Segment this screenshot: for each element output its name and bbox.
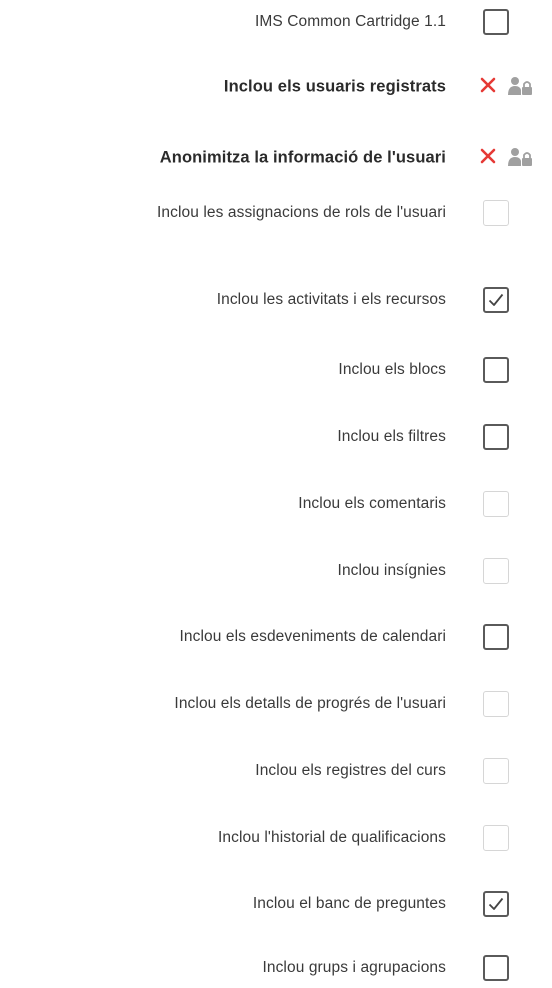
setting-row-question-bank: Inclou el banc de preguntes: [0, 884, 552, 924]
setting-checkbox-blocks[interactable]: [483, 357, 509, 383]
setting-row-completion: Inclou els detalls de progrés de l'usuar…: [0, 684, 552, 724]
setting-row-anonymize: Anonimitza la informació de l'usuari: [0, 138, 552, 178]
setting-label: Inclou el banc de preguntes: [252, 895, 446, 912]
locked-indicator: [480, 74, 550, 100]
setting-row-users: Inclou els usuaris registrats: [0, 67, 552, 107]
setting-label: Inclou els esdeveniments de calendari: [179, 628, 446, 645]
setting-label: Inclou els detalls de progrés de l'usuar…: [174, 695, 446, 712]
setting-label: Inclou les activitats i els recursos: [216, 291, 446, 308]
setting-label: Inclou insígnies: [337, 562, 446, 579]
setting-row-imscc11: IMS Common Cartridge 1.1: [0, 2, 552, 42]
setting-row-groups: Inclou grups i agrupacions: [0, 948, 552, 988]
setting-label: Inclou l'historial de qualificacions: [218, 829, 446, 846]
locked-indicator: [480, 145, 550, 171]
setting-checkbox-badges[interactable]: [483, 558, 509, 584]
user-lock-icon: [508, 148, 532, 166]
setting-label: IMS Common Cartridge 1.1: [254, 13, 446, 30]
setting-row-badges: Inclou insígnies: [0, 551, 552, 591]
user-lock-icon: [508, 77, 532, 95]
setting-checkbox-groups[interactable]: [483, 955, 509, 981]
cross-icon: [480, 148, 496, 164]
setting-row-logs: Inclou els registres del curs: [0, 751, 552, 791]
setting-checkbox-imscc11[interactable]: [483, 9, 509, 35]
setting-row-grade-history: Inclou l'historial de qualificacions: [0, 818, 552, 858]
setting-label: Inclou els registres del curs: [255, 762, 446, 779]
setting-checkbox-filters[interactable]: [483, 424, 509, 450]
setting-row-blocks: Inclou els blocs: [0, 350, 552, 390]
setting-checkbox-role-assignments[interactable]: [483, 200, 509, 226]
checkmark-icon: [488, 897, 504, 910]
setting-row-comments: Inclou els comentaris: [0, 484, 552, 524]
setting-checkbox-activities[interactable]: [483, 287, 509, 313]
cross-icon: [480, 77, 496, 93]
setting-label: Inclou les assignacions de rols de l'usu…: [157, 204, 446, 221]
setting-row-role-assignments: Inclou les assignacions de rols de l'usu…: [0, 193, 552, 233]
setting-checkbox-logs[interactable]: [483, 758, 509, 784]
setting-label: Inclou els usuaris registrats: [223, 77, 446, 96]
setting-checkbox-calendar[interactable]: [483, 624, 509, 650]
backup-settings-list: IMS Common Cartridge 1.1 Inclou els usua…: [0, 0, 552, 983]
setting-checkbox-grade-history[interactable]: [483, 825, 509, 851]
setting-label: Anonimitza la informació de l'usuari: [159, 148, 446, 167]
setting-label: Inclou els comentaris: [298, 495, 446, 512]
setting-row-filters: Inclou els filtres: [0, 417, 552, 457]
setting-label: Inclou els filtres: [337, 428, 446, 445]
setting-checkbox-question-bank[interactable]: [483, 891, 509, 917]
setting-row-activities: Inclou les activitats i els recursos: [0, 280, 552, 320]
setting-label: Inclou grups i agrupacions: [262, 959, 446, 976]
setting-label: Inclou els blocs: [338, 361, 446, 378]
setting-checkbox-completion[interactable]: [483, 691, 509, 717]
setting-row-calendar: Inclou els esdeveniments de calendari: [0, 617, 552, 657]
checkmark-icon: [488, 293, 504, 306]
setting-checkbox-comments[interactable]: [483, 491, 509, 517]
